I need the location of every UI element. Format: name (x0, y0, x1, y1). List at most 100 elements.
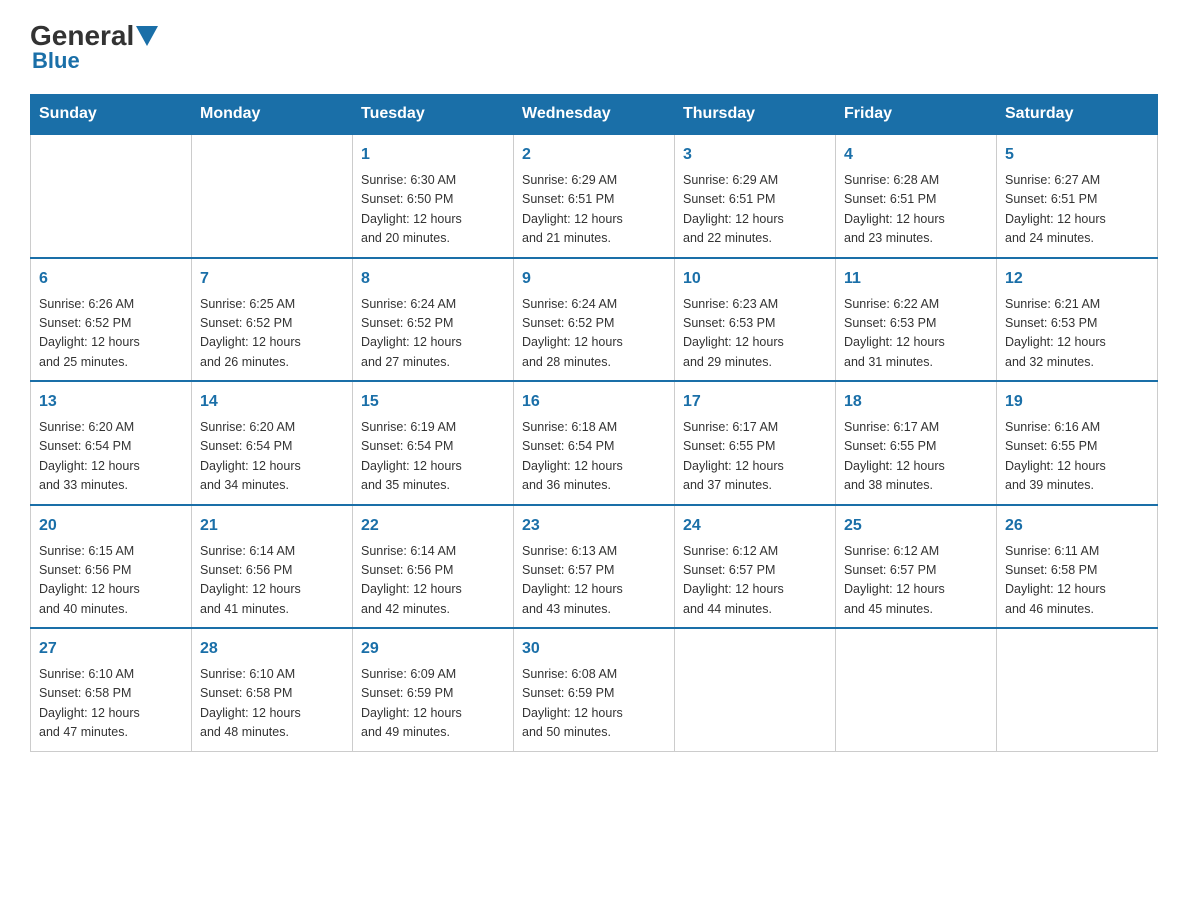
day-number: 23 (522, 514, 666, 538)
calendar-cell (31, 134, 192, 258)
calendar-header-monday: Monday (192, 95, 353, 135)
day-number: 14 (200, 390, 344, 414)
calendar-cell: 26Sunrise: 6:11 AMSunset: 6:58 PMDayligh… (997, 505, 1158, 629)
calendar-cell: 10Sunrise: 6:23 AMSunset: 6:53 PMDayligh… (675, 258, 836, 382)
day-number: 25 (844, 514, 988, 538)
day-number: 2 (522, 143, 666, 167)
calendar-cell: 7 Sunrise: 6:25 AMSunset: 6:52 PMDaylight… (192, 258, 353, 382)
day-info: Sunrise: 6:14 AMSunset: 6:56 PMDaylight:… (361, 542, 505, 620)
calendar-cell: 4 Sunrise: 6:28 AMSunset: 6:51 PMDaylight… (836, 134, 997, 258)
calendar-header-saturday: Saturday (997, 95, 1158, 135)
calendar-cell (997, 628, 1158, 751)
day-info: Sunrise: 6:20 AMSunset: 6:54 PMDaylight:… (39, 418, 183, 496)
calendar-cell: 14 Sunrise: 6:20 AMSunset: 6:54 PMDayligh… (192, 381, 353, 505)
calendar-cell: 8 Sunrise: 6:24 AMSunset: 6:52 PMDaylight… (353, 258, 514, 382)
day-number: 9 (522, 267, 666, 291)
day-info: Sunrise: 6:21 AMSunset: 6:53 PMDaylight:… (1005, 295, 1149, 373)
day-number: 16 (522, 390, 666, 414)
calendar-cell: 13 Sunrise: 6:20 AMSunset: 6:54 PMDayligh… (31, 381, 192, 505)
day-info: Sunrise: 6:19 AMSunset: 6:54 PMDaylight:… (361, 418, 505, 496)
week-row-4: 20 Sunrise: 6:15 AMSunset: 6:56 PMDayligh… (31, 505, 1158, 629)
calendar-cell: 25 Sunrise: 6:12 AMSunset: 6:57 PMDayligh… (836, 505, 997, 629)
week-row-2: 6 Sunrise: 6:26 AMSunset: 6:52 PMDaylight… (31, 258, 1158, 382)
calendar-cell: 29 Sunrise: 6:09 AMSunset: 6:59 PMDayligh… (353, 628, 514, 751)
calendar-cell: 22 Sunrise: 6:14 AMSunset: 6:56 PMDayligh… (353, 505, 514, 629)
calendar-cell (675, 628, 836, 751)
day-info: Sunrise: 6:26 AMSunset: 6:52 PMDaylight:… (39, 295, 183, 373)
day-number: 8 (361, 267, 505, 291)
calendar-header-wednesday: Wednesday (514, 95, 675, 135)
day-info: Sunrise: 6:09 AMSunset: 6:59 PMDaylight:… (361, 665, 505, 743)
week-row-1: 1 Sunrise: 6:30 AMSunset: 6:50 PMDaylight… (31, 134, 1158, 258)
day-number: 17 (683, 390, 827, 414)
day-number: 29 (361, 637, 505, 661)
calendar-cell (192, 134, 353, 258)
calendar-cell: 1 Sunrise: 6:30 AMSunset: 6:50 PMDaylight… (353, 134, 514, 258)
day-info: Sunrise: 6:30 AMSunset: 6:50 PMDaylight:… (361, 171, 505, 249)
day-number: 11 (844, 267, 988, 291)
day-info: Sunrise: 6:16 AMSunset: 6:55 PMDaylight:… (1005, 418, 1149, 496)
day-number: 19 (1005, 390, 1149, 414)
day-info: Sunrise: 6:18 AMSunset: 6:54 PMDaylight:… (522, 418, 666, 496)
calendar-header-row: SundayMondayTuesdayWednesdayThursdayFrid… (31, 95, 1158, 135)
calendar-cell: 9Sunrise: 6:24 AMSunset: 6:52 PMDaylight… (514, 258, 675, 382)
logo-triangle-icon (136, 26, 158, 46)
calendar-cell (836, 628, 997, 751)
day-info: Sunrise: 6:29 AMSunset: 6:51 PMDaylight:… (522, 171, 666, 249)
day-info: Sunrise: 6:12 AMSunset: 6:57 PMDaylight:… (844, 542, 988, 620)
calendar-cell: 3 Sunrise: 6:29 AMSunset: 6:51 PMDaylight… (675, 134, 836, 258)
calendar-cell: 17 Sunrise: 6:17 AMSunset: 6:55 PMDayligh… (675, 381, 836, 505)
day-info: Sunrise: 6:17 AMSunset: 6:55 PMDaylight:… (683, 418, 827, 496)
day-number: 12 (1005, 267, 1149, 291)
day-info: Sunrise: 6:08 AMSunset: 6:59 PMDaylight:… (522, 665, 666, 743)
day-number: 21 (200, 514, 344, 538)
calendar-cell: 16 Sunrise: 6:18 AMSunset: 6:54 PMDayligh… (514, 381, 675, 505)
day-info: Sunrise: 6:24 AMSunset: 6:52 PMDaylight:… (361, 295, 505, 373)
day-info: Sunrise: 6:29 AMSunset: 6:51 PMDaylight:… (683, 171, 827, 249)
day-number: 18 (844, 390, 988, 414)
calendar-cell: 20 Sunrise: 6:15 AMSunset: 6:56 PMDayligh… (31, 505, 192, 629)
day-info: Sunrise: 6:11 AMSunset: 6:58 PMDaylight:… (1005, 542, 1149, 620)
logo-blue-part (134, 26, 158, 46)
day-number: 4 (844, 143, 988, 167)
day-info: Sunrise: 6:10 AMSunset: 6:58 PMDaylight:… (39, 665, 183, 743)
day-info: Sunrise: 6:23 AMSunset: 6:53 PMDaylight:… (683, 295, 827, 373)
logo: General Blue (30, 20, 158, 74)
day-info: Sunrise: 6:14 AMSunset: 6:56 PMDaylight:… (200, 542, 344, 620)
day-number: 30 (522, 637, 666, 661)
day-number: 1 (361, 143, 505, 167)
calendar-header-thursday: Thursday (675, 95, 836, 135)
day-info: Sunrise: 6:27 AMSunset: 6:51 PMDaylight:… (1005, 171, 1149, 249)
calendar-cell: 28 Sunrise: 6:10 AMSunset: 6:58 PMDayligh… (192, 628, 353, 751)
day-info: Sunrise: 6:10 AMSunset: 6:58 PMDaylight:… (200, 665, 344, 743)
day-info: Sunrise: 6:22 AMSunset: 6:53 PMDaylight:… (844, 295, 988, 373)
calendar-header-sunday: Sunday (31, 95, 192, 135)
day-number: 6 (39, 267, 183, 291)
calendar-cell: 5 Sunrise: 6:27 AMSunset: 6:51 PMDaylight… (997, 134, 1158, 258)
day-number: 20 (39, 514, 183, 538)
day-info: Sunrise: 6:28 AMSunset: 6:51 PMDaylight:… (844, 171, 988, 249)
calendar-header-tuesday: Tuesday (353, 95, 514, 135)
logo-blue-text: Blue (32, 48, 80, 74)
calendar-cell: 18 Sunrise: 6:17 AMSunset: 6:55 PMDayligh… (836, 381, 997, 505)
calendar-cell: 30 Sunrise: 6:08 AMSunset: 6:59 PMDayligh… (514, 628, 675, 751)
day-number: 7 (200, 267, 344, 291)
day-info: Sunrise: 6:17 AMSunset: 6:55 PMDaylight:… (844, 418, 988, 496)
calendar-cell: 6 Sunrise: 6:26 AMSunset: 6:52 PMDaylight… (31, 258, 192, 382)
week-row-3: 13 Sunrise: 6:20 AMSunset: 6:54 PMDayligh… (31, 381, 1158, 505)
day-info: Sunrise: 6:15 AMSunset: 6:56 PMDaylight:… (39, 542, 183, 620)
calendar-cell: 11 Sunrise: 6:22 AMSunset: 6:53 PMDayligh… (836, 258, 997, 382)
calendar-cell: 19 Sunrise: 6:16 AMSunset: 6:55 PMDayligh… (997, 381, 1158, 505)
calendar-cell: 23Sunrise: 6:13 AMSunset: 6:57 PMDayligh… (514, 505, 675, 629)
day-info: Sunrise: 6:20 AMSunset: 6:54 PMDaylight:… (200, 418, 344, 496)
day-number: 22 (361, 514, 505, 538)
calendar-cell: 27Sunrise: 6:10 AMSunset: 6:58 PMDayligh… (31, 628, 192, 751)
calendar-cell: 12 Sunrise: 6:21 AMSunset: 6:53 PMDayligh… (997, 258, 1158, 382)
day-number: 5 (1005, 143, 1149, 167)
day-info: Sunrise: 6:25 AMSunset: 6:52 PMDaylight:… (200, 295, 344, 373)
day-number: 28 (200, 637, 344, 661)
day-number: 13 (39, 390, 183, 414)
day-number: 3 (683, 143, 827, 167)
calendar-header-friday: Friday (836, 95, 997, 135)
calendar-cell: 2 Sunrise: 6:29 AMSunset: 6:51 PMDaylight… (514, 134, 675, 258)
